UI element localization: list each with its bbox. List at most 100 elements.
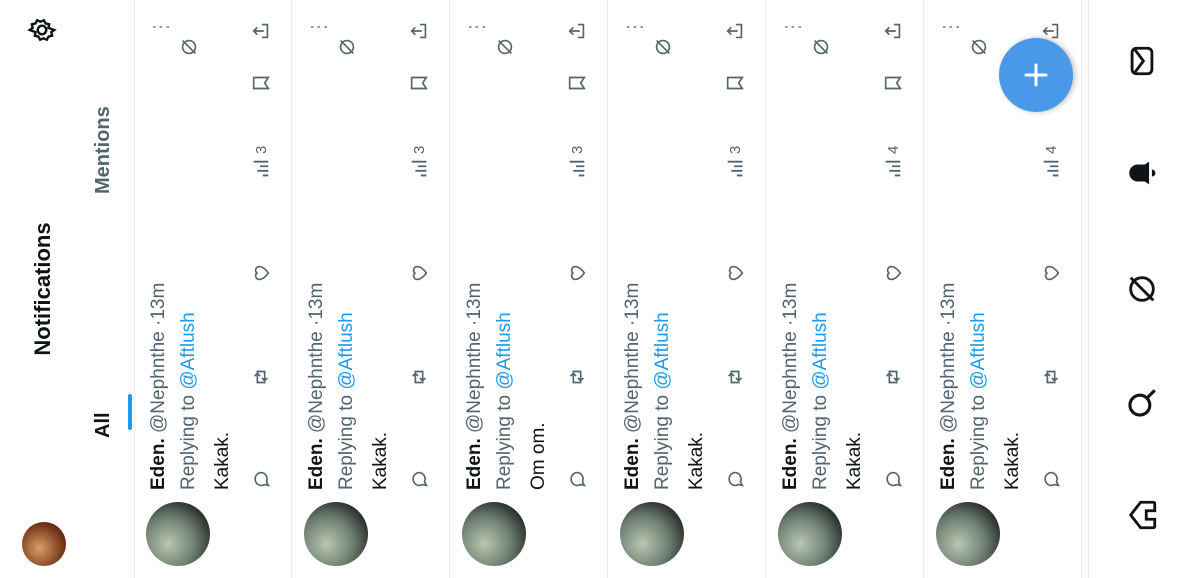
retweet-button[interactable] — [406, 366, 432, 388]
grok-button[interactable] — [492, 36, 518, 58]
more-options-icon[interactable]: ⋮ — [622, 18, 647, 37]
search-icon[interactable] — [1125, 386, 1159, 420]
share-icon — [410, 23, 427, 39]
tab-all[interactable]: All — [92, 412, 115, 438]
tweet-item[interactable]: Eden. @Nephnthe ·13m ⋮ Replying to @Aftl… — [450, 0, 608, 578]
tweet-text: Kakak. — [212, 431, 233, 490]
tweet-timestamp: 13m — [938, 282, 959, 320]
tweet-header: Eden. @Nephnthe ·13m — [464, 283, 486, 490]
grok-icon — [181, 39, 197, 55]
share-button[interactable] — [406, 20, 432, 42]
grok-button[interactable] — [176, 36, 202, 58]
replying-to-mention[interactable]: @Aftlush — [336, 312, 357, 389]
tweet-author-avatar[interactable] — [462, 502, 526, 566]
tweet-author-avatar[interactable] — [620, 502, 684, 566]
bookmark-button[interactable] — [248, 72, 274, 94]
like-button[interactable] — [880, 262, 906, 284]
reply-button[interactable] — [564, 468, 590, 490]
share-button[interactable] — [722, 20, 748, 42]
like-button[interactable] — [406, 262, 432, 284]
heart-icon — [412, 265, 428, 281]
gear-icon[interactable] — [26, 14, 58, 46]
tweet-author-handle: @Nephnthe — [780, 331, 801, 433]
tweet-header: Eden. @Nephnthe ·13m — [780, 283, 802, 490]
views-button[interactable]: 3 — [722, 146, 748, 180]
tweet-author-name[interactable]: Eden. — [306, 438, 327, 490]
messages-icon[interactable] — [1125, 44, 1159, 78]
grok-button[interactable] — [334, 36, 360, 58]
tweet-author-avatar[interactable] — [304, 502, 368, 566]
reply-button[interactable] — [248, 468, 274, 490]
tweet-author-avatar[interactable] — [778, 502, 842, 566]
tweet-author-name[interactable]: Eden. — [938, 438, 959, 490]
views-button[interactable]: 3 — [564, 146, 590, 180]
more-options-icon[interactable]: ⋮ — [306, 18, 331, 37]
like-button[interactable] — [248, 262, 274, 284]
compose-button[interactable] — [999, 38, 1073, 112]
share-button[interactable] — [564, 20, 590, 42]
views-button[interactable]: 4 — [1038, 146, 1064, 180]
bookmark-button[interactable] — [406, 72, 432, 94]
more-options-icon[interactable]: ⋮ — [938, 18, 963, 37]
bookmark-button[interactable] — [880, 72, 906, 94]
retweet-button[interactable] — [248, 366, 274, 388]
app-screen: Notifications All Mentions Eden. @Nephnt… — [0, 0, 1200, 578]
more-options-icon[interactable]: ⋮ — [148, 18, 173, 37]
replying-to-mention[interactable]: @Aftlush — [178, 312, 199, 389]
like-button[interactable] — [564, 262, 590, 284]
more-options-icon[interactable]: ⋮ — [780, 18, 805, 37]
tweet-item[interactable]: Eden. @Nephnthe ·13m ⋮ Replying to @Aftl… — [608, 0, 766, 578]
replying-to-mention[interactable]: @Aftlush — [652, 312, 673, 389]
grok-icon[interactable] — [1125, 272, 1159, 306]
tweet-author-avatar[interactable] — [146, 502, 210, 566]
tweet-item[interactable]: Eden. @Nephnthe ·13m ⋮ Replying to @Aftl… — [292, 0, 450, 578]
tab-mentions[interactable]: Mentions — [92, 106, 115, 194]
retweet-button[interactable] — [1038, 366, 1064, 388]
reply-button[interactable] — [880, 468, 906, 490]
retweet-button[interactable] — [722, 366, 748, 388]
tweet-separator: · — [148, 319, 169, 326]
tweet-author-name[interactable]: Eden. — [464, 438, 485, 490]
tweet-separator: · — [780, 319, 801, 326]
views-count: 4 — [1042, 145, 1060, 154]
grok-button[interactable] — [966, 36, 992, 58]
views-button[interactable]: 3 — [248, 146, 274, 180]
grok-button[interactable] — [808, 36, 834, 58]
like-button[interactable] — [1038, 262, 1064, 284]
share-button[interactable] — [248, 20, 274, 42]
views-button[interactable]: 3 — [406, 146, 432, 180]
share-button[interactable] — [880, 20, 906, 42]
like-button[interactable] — [722, 262, 748, 284]
tweet-author-name[interactable]: Eden. — [148, 438, 169, 490]
views-button[interactable]: 4 — [880, 146, 906, 180]
grok-icon — [655, 39, 671, 55]
tweet-author-avatar[interactable] — [936, 502, 1000, 566]
tweet-timestamp: 13m — [148, 282, 169, 320]
tweet-item[interactable]: Eden. @Nephnthe ·13m ⋮ Replying to @Aftl… — [134, 0, 292, 578]
retweet-button[interactable] — [880, 366, 906, 388]
notifications-bell-icon[interactable] — [1125, 156, 1159, 190]
tweet-item[interactable]: Eden. @Nephnthe ·13m ⋮ Replying to @Aftl… — [766, 0, 924, 578]
tweet-author-name[interactable]: Eden. — [780, 438, 801, 490]
bookmark-button[interactable] — [564, 72, 590, 94]
reply-button[interactable] — [1038, 468, 1064, 490]
bookmark-icon — [568, 76, 586, 90]
tweet-text: Kakak. — [1002, 431, 1023, 490]
reply-button[interactable] — [406, 468, 432, 490]
share-icon — [884, 23, 901, 39]
bookmark-button[interactable] — [722, 72, 748, 94]
reply-icon — [728, 471, 744, 487]
tweet-actions: 3 — [339, 20, 434, 490]
home-icon[interactable] — [1125, 498, 1159, 532]
more-options-icon[interactable]: ⋮ — [464, 18, 489, 37]
replying-prefix: Replying to — [968, 394, 989, 490]
top-bar: Notifications — [0, 0, 86, 578]
replying-to-mention[interactable]: @Aftlush — [494, 312, 515, 389]
replying-to-mention[interactable]: @Aftlush — [810, 312, 831, 389]
retweet-button[interactable] — [564, 366, 590, 388]
replying-to-mention[interactable]: @Aftlush — [968, 312, 989, 389]
grok-button[interactable] — [650, 36, 676, 58]
reply-button[interactable] — [722, 468, 748, 490]
tweet-replying-to: Replying to @Aftlush — [178, 312, 200, 490]
tweet-author-name[interactable]: Eden. — [622, 438, 643, 490]
